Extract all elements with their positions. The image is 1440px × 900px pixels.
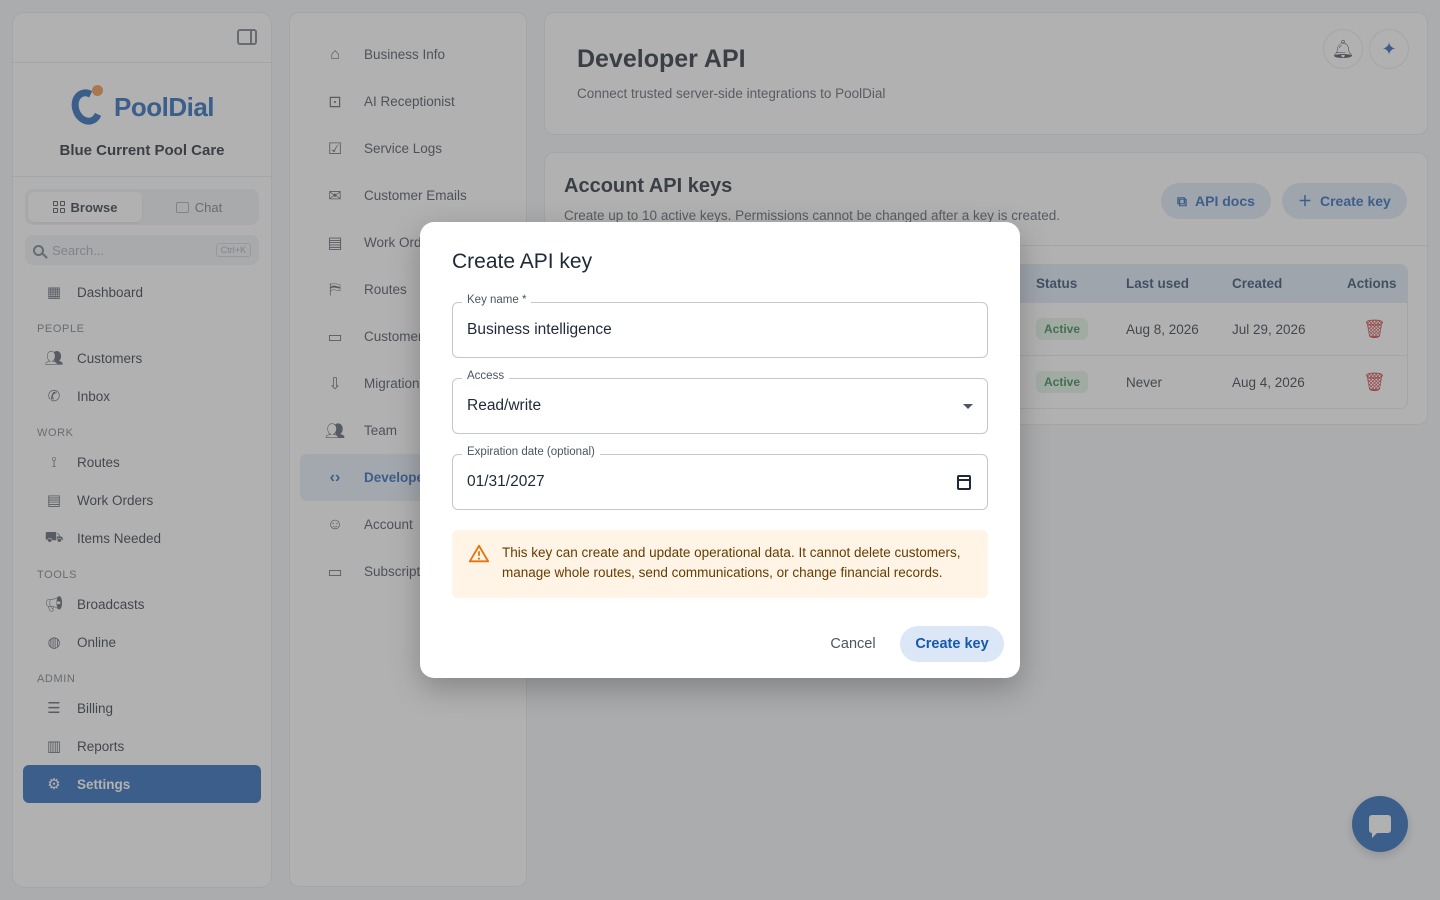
expiration-date-field[interactable]: Expiration date (optional) 01/31/2027	[452, 446, 988, 510]
key-name-value: Business intelligence	[467, 321, 612, 338]
dialog-title: Create API key	[452, 250, 593, 273]
cancel-button[interactable]: Cancel	[818, 626, 888, 662]
access-select[interactable]: Access Read/write	[452, 370, 988, 434]
permission-warning: This key can create and update operation…	[452, 530, 988, 598]
expiration-value: 01/31/2027	[467, 473, 545, 490]
chevron-down-icon	[963, 404, 973, 409]
create-api-key-dialog: Create API key Key name * Business intel…	[420, 222, 1020, 678]
access-value: Read/write	[467, 397, 542, 414]
warning-text: This key can create and update operation…	[502, 545, 961, 580]
key-name-field[interactable]: Key name * Business intelligence	[452, 294, 988, 358]
calendar-icon[interactable]	[957, 475, 971, 490]
create-key-submit-button[interactable]: Create key	[900, 626, 1004, 662]
warning-icon	[468, 544, 490, 563]
